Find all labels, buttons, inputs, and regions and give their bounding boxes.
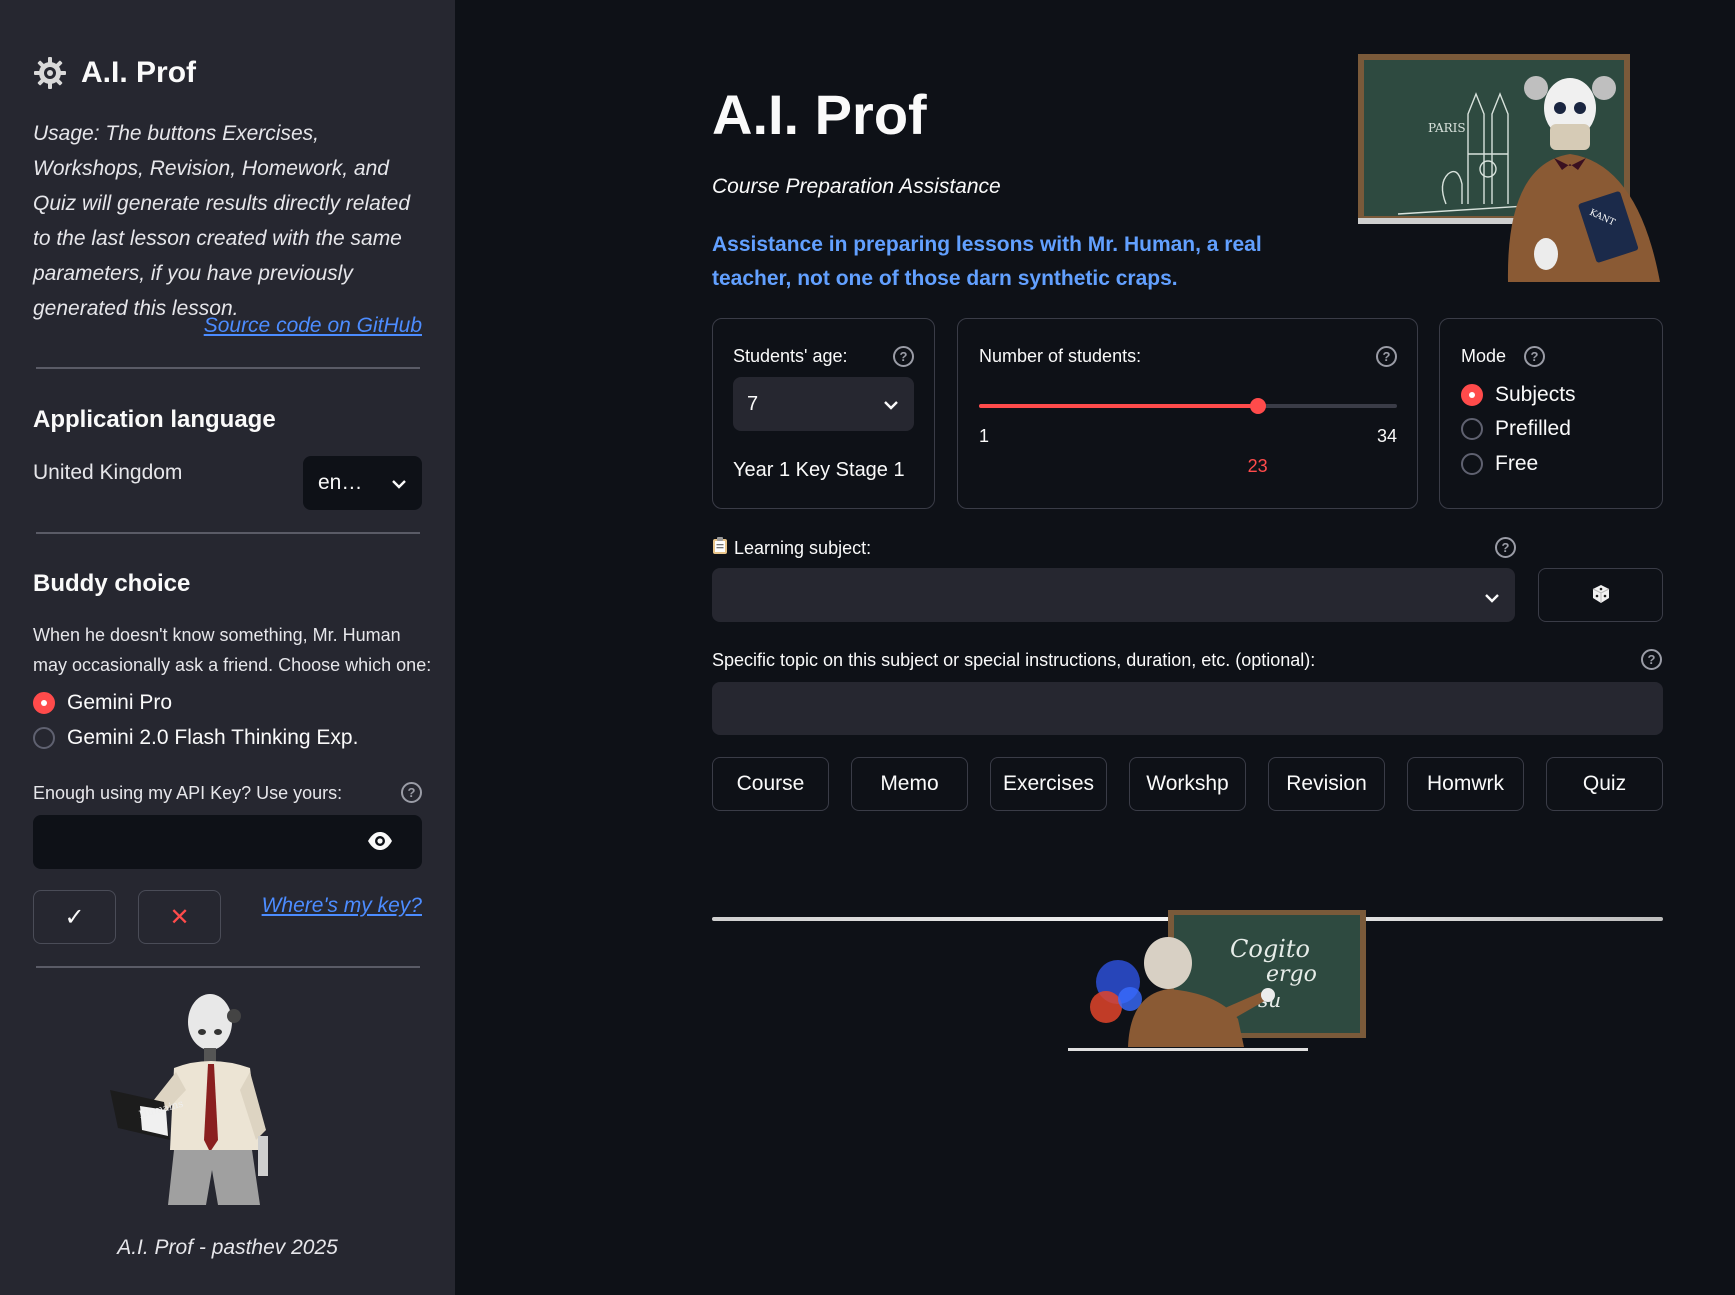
- github-link[interactable]: Source code on GitHub: [204, 314, 422, 338]
- teacher-chalkboard-illustration: PARIS KANT: [1358, 54, 1660, 282]
- homework-button[interactable]: Homwrk: [1407, 757, 1524, 811]
- exercises-button[interactable]: Exercises: [990, 757, 1107, 811]
- chalkboard-text: ergo: [1266, 962, 1317, 987]
- board-text: PARIS: [1428, 121, 1466, 135]
- slider-value: 23: [1247, 456, 1268, 476]
- language-select-value: en…: [318, 471, 363, 494]
- students-age-select[interactable]: 7: [733, 377, 914, 431]
- sidebar: A.I. Prof Usage: The buttons Exercises, …: [0, 0, 455, 1295]
- radio-unselected-icon[interactable]: [33, 727, 55, 749]
- robot-reading-illustration: Humains: [110, 990, 300, 1210]
- clear-key-button[interactable]: ✕: [138, 890, 221, 944]
- learning-subject-label: Learning subject:: [712, 536, 871, 560]
- language-country: United Kingdom: [33, 461, 183, 484]
- close-icon: ✕: [169, 903, 190, 931]
- language-heading: Application language: [33, 406, 276, 433]
- usage-text: Usage: The buttons Exercises, Workshops,…: [33, 122, 410, 320]
- students-age-card: Students' age: ? 7 Year 1 Key Stage 1: [712, 318, 935, 509]
- confirm-key-button[interactable]: ✓: [33, 890, 116, 944]
- page-title: A.I. Prof: [712, 83, 927, 146]
- sidebar-title-text: A.I. Prof: [81, 56, 197, 89]
- radio-unselected-icon[interactable]: [1461, 453, 1483, 475]
- help-icon[interactable]: ?: [401, 782, 422, 803]
- buddy-option-label: Gemini Pro: [67, 691, 173, 714]
- workshop-button[interactable]: Workshp: [1129, 757, 1246, 811]
- page-subtitle: Course Preparation Assistance: [712, 175, 1001, 198]
- api-key-label: Enough using my API Key? Use yours:: [33, 783, 343, 803]
- mode-option-free[interactable]: Free: [1461, 452, 1538, 476]
- help-icon[interactable]: ?: [1524, 346, 1545, 367]
- sidebar-divider: [36, 966, 420, 968]
- slider-fill: [979, 404, 1258, 408]
- students-count-slider[interactable]: 23: [979, 398, 1397, 476]
- help-icon[interactable]: ?: [893, 346, 914, 367]
- radio-selected-icon[interactable]: [33, 692, 55, 714]
- chevron-down-icon: [1485, 590, 1499, 608]
- sidebar-footer: A.I. Prof - pasthev 2025: [117, 1236, 338, 1259]
- mode-option-label: Prefilled: [1495, 417, 1571, 440]
- dice-icon: [1591, 584, 1611, 607]
- slider-max: 34: [1376, 426, 1397, 446]
- sidebar-title: A.I. Prof: [33, 56, 196, 90]
- revision-button[interactable]: Revision: [1268, 757, 1385, 811]
- students-age-value: 7: [747, 392, 759, 415]
- slider-thumb[interactable]: [1249, 398, 1266, 414]
- language-select[interactable]: en…: [303, 456, 422, 510]
- memo-button[interactable]: Memo: [851, 757, 968, 811]
- help-icon[interactable]: ?: [1641, 649, 1662, 670]
- buddy-description: When he doesn't know something, Mr. Huma…: [33, 625, 432, 675]
- sidebar-divider: [36, 367, 420, 369]
- chalkboard-text: Cogito: [1230, 935, 1310, 963]
- buddy-heading: Buddy choice: [33, 570, 191, 597]
- mode-label: Mode: [1461, 346, 1507, 366]
- course-button[interactable]: Course: [712, 757, 829, 811]
- clipboard-icon: [712, 536, 728, 560]
- students-count-card: Number of students: ? 23 1 34: [957, 318, 1418, 509]
- radio-selected-icon[interactable]: [1461, 384, 1483, 406]
- mode-card: Mode ? Subjects Prefilled Free: [1439, 318, 1663, 509]
- buddy-option-gemini-flash[interactable]: Gemini 2.0 Flash Thinking Exp.: [33, 726, 358, 750]
- quiz-button[interactable]: Quiz: [1546, 757, 1663, 811]
- help-icon[interactable]: ?: [1495, 537, 1516, 558]
- specific-topic-label: Specific topic on this subject or specia…: [712, 650, 1316, 670]
- random-subject-button[interactable]: [1538, 568, 1663, 622]
- wheres-my-key-link[interactable]: Where's my key?: [262, 894, 422, 918]
- api-key-input[interactable]: [33, 815, 422, 869]
- buddy-option-label: Gemini 2.0 Flash Thinking Exp.: [67, 726, 359, 749]
- mode-option-subjects[interactable]: Subjects: [1461, 383, 1576, 407]
- slider-min: 1: [979, 426, 990, 446]
- chevron-down-icon: [392, 471, 406, 495]
- learning-subject-select[interactable]: [712, 568, 1515, 622]
- mode-option-label: Subjects: [1495, 383, 1576, 406]
- help-icon[interactable]: ?: [1376, 346, 1397, 367]
- students-count-label: Number of students:: [979, 346, 1142, 366]
- chevron-down-icon: [884, 393, 898, 416]
- key-stage-text: Year 1 Key Stage 1: [733, 459, 905, 481]
- check-icon: ✓: [64, 903, 85, 931]
- gear-icon: [33, 56, 67, 90]
- buddy-option-gemini-pro[interactable]: Gemini Pro: [33, 691, 172, 715]
- learning-subject-text: Learning subject:: [734, 537, 872, 558]
- students-age-label: Students' age:: [733, 346, 848, 366]
- cogito-chalkboard-illustration: Cogito ergo su: [1068, 907, 1368, 1055]
- sidebar-divider: [36, 532, 420, 534]
- radio-unselected-icon[interactable]: [1461, 418, 1483, 440]
- mode-option-label: Free: [1495, 452, 1539, 475]
- eye-icon[interactable]: [366, 830, 394, 857]
- info-text: Assistance in preparing lessons with Mr.…: [712, 233, 1262, 290]
- mode-option-prefilled[interactable]: Prefilled: [1461, 417, 1571, 441]
- specific-topic-input[interactable]: [712, 682, 1663, 735]
